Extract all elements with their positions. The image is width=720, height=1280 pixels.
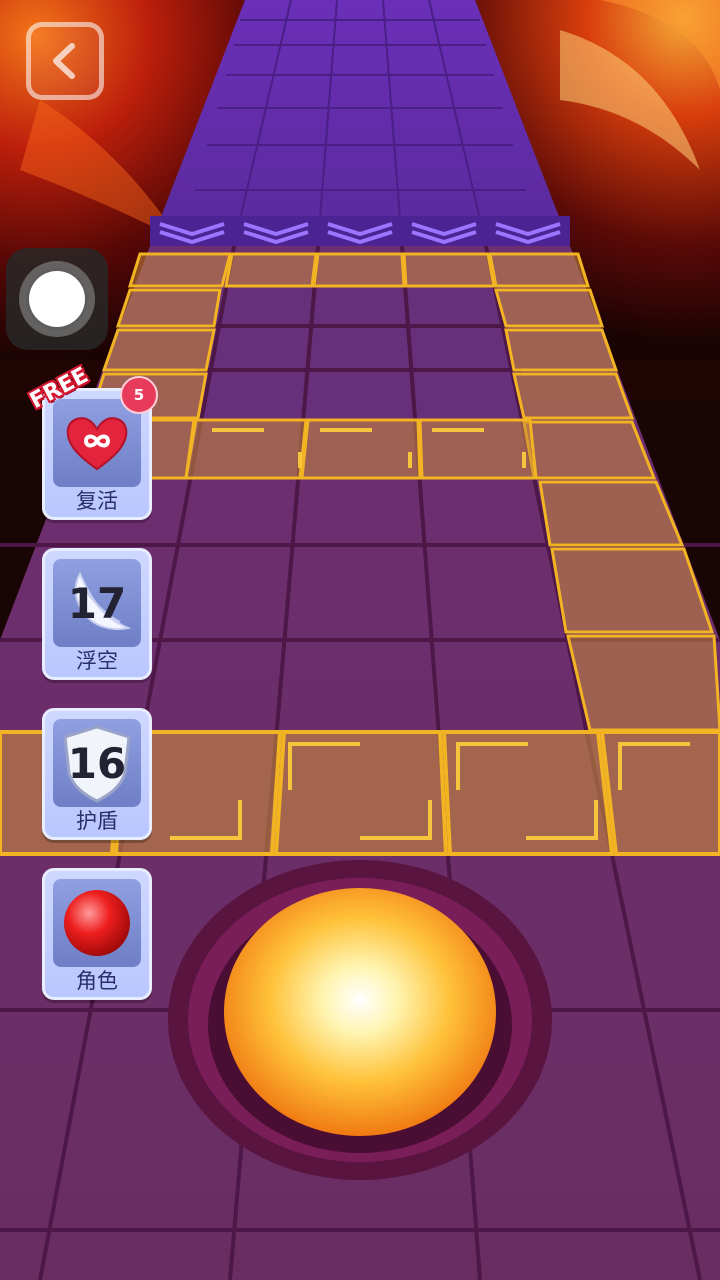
character-icon-box xyxy=(53,879,141,967)
infinity-heart-icon xyxy=(66,417,128,471)
float-count: 17 xyxy=(67,578,127,628)
shield-label: 护盾 xyxy=(76,809,118,833)
track-recess xyxy=(196,286,522,418)
red-ball-icon xyxy=(64,890,130,956)
gold-tiles-top xyxy=(127,252,591,288)
float-icon-box: 17 xyxy=(53,559,141,647)
assistive-touch-dot xyxy=(29,271,85,327)
shield-count: 16 xyxy=(67,738,127,788)
revive-count-badge: 5 xyxy=(120,376,158,414)
revive-icon-box xyxy=(53,399,141,487)
glowing-ball-icon xyxy=(224,888,496,1136)
shield-button[interactable]: 16 护盾 xyxy=(42,708,152,840)
revive-label: 复活 xyxy=(76,489,118,513)
shield-icon-box: 16 xyxy=(53,719,141,807)
character-label: 角色 xyxy=(76,969,118,993)
float-label: 浮空 xyxy=(76,649,118,673)
assistive-touch-icon xyxy=(19,261,95,337)
chevron-left-icon xyxy=(53,43,75,79)
game-scene[interactable]: 复活 5 FREE 17 浮空 16 护盾 角色 xyxy=(0,0,720,1280)
back-button[interactable] xyxy=(26,22,104,100)
character-button[interactable]: 角色 xyxy=(42,868,152,1000)
assistive-touch-button[interactable] xyxy=(6,248,108,350)
float-button[interactable]: 17 浮空 xyxy=(42,548,152,680)
